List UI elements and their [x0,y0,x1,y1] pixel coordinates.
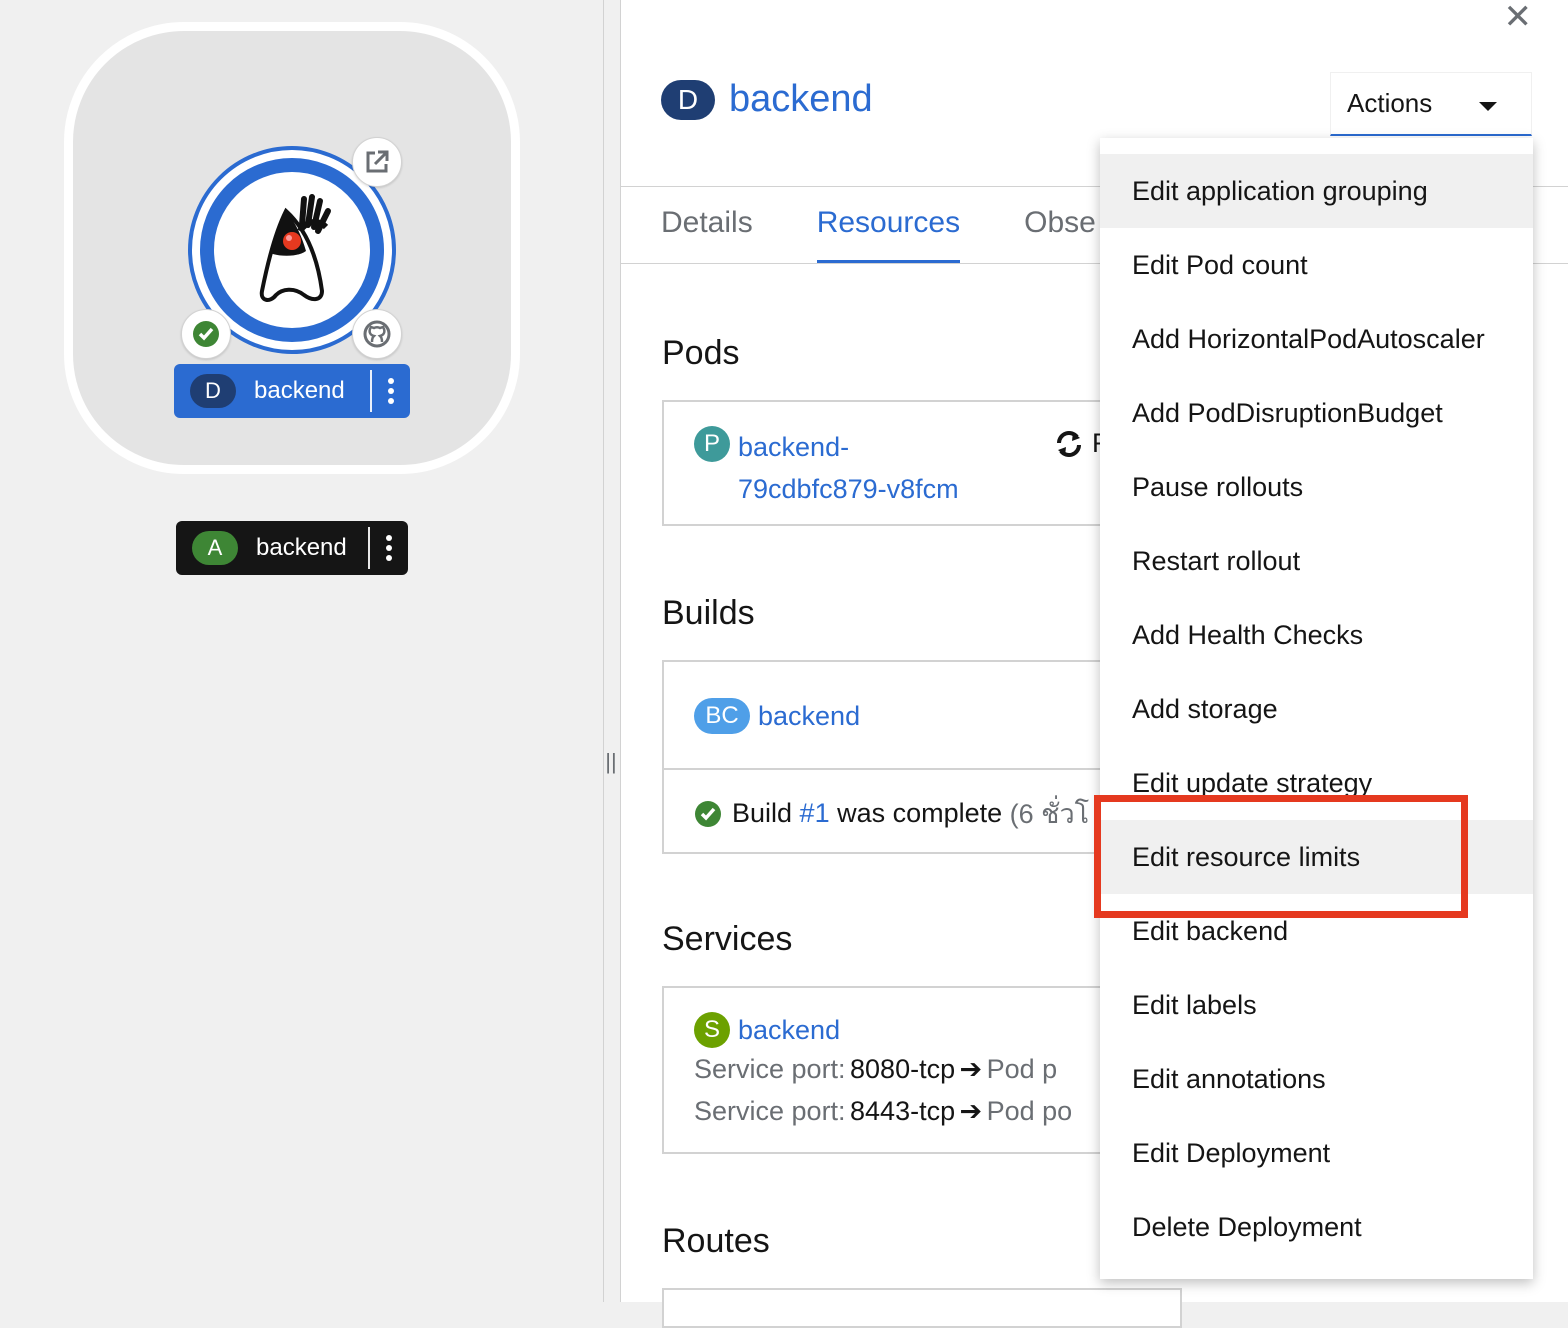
menu-item-add-health-checks[interactable]: Add Health Checks [1100,598,1533,672]
build-status-prefix: Build [732,798,800,828]
topology-canvas[interactable]: D backend A backend [0,0,604,1302]
external-link-decorator[interactable] [352,137,402,187]
resource-name-link[interactable]: backend [729,78,873,121]
github-icon [363,320,391,348]
builds-heading: Builds [662,594,755,632]
close-icon[interactable]: ✕ [1504,0,1533,34]
menu-item-edit-deployment[interactable]: Edit Deployment [1100,1116,1533,1190]
pod-row: P [694,426,730,462]
menu-item-add-hpa[interactable]: Add HorizontalPodAutoscaler [1100,302,1533,376]
panel-tabs: Details Resources Obse [661,190,1096,264]
build-status-decorator[interactable] [181,309,231,359]
application-node-label[interactable]: A backend [176,521,408,575]
service-link[interactable]: backend [738,1015,840,1046]
menu-item-add-storage[interactable]: Add storage [1100,672,1533,746]
build-number-link[interactable]: #1 [800,798,830,829]
sync-icon [1057,430,1081,457]
resource-badge: D [661,79,715,120]
tab-observe[interactable]: Obse [1024,190,1096,264]
caret-down-icon [1479,102,1497,111]
tab-details[interactable]: Details [661,190,753,264]
java-duke-icon [259,194,331,302]
menu-item-edit-pod-count[interactable]: Edit Pod count [1100,228,1533,302]
pod-port-label: Pod po [986,1096,1073,1126]
build-config-row: BC backend [694,698,860,734]
deployment-badge: D [190,374,236,408]
service-port-label: Service port: [694,1096,846,1126]
menu-item-add-pdb[interactable]: Add PodDisruptionBudget [1100,376,1533,450]
routes-card [662,1288,1182,1328]
highlight-annotation-box [1094,795,1468,918]
services-heading: Services [662,920,793,958]
arrow-right-icon: ➔ [959,1096,983,1126]
menu-item-restart-rollout[interactable]: Restart rollout [1100,524,1533,598]
service-port-label: Service port: [694,1054,846,1084]
build-status-time: (6 ชั่วโ [1009,799,1090,829]
external-link-icon [366,150,389,173]
kebab-menu-icon[interactable] [368,527,408,569]
service-port-value: 8080-tcp [850,1054,956,1084]
menu-item-pause-rollouts[interactable]: Pause rollouts [1100,450,1533,524]
actions-label: Actions [1347,88,1433,118]
panel-title: D backend [661,78,873,121]
pod-port-label: Pod p [986,1054,1058,1084]
check-circle-icon [193,321,219,347]
application-badge: A [192,531,238,565]
service-port-row: Service port: 8443-tcp ➔ Pod po [694,1096,1072,1127]
service-badge: S [694,1012,730,1048]
pod-name-line2[interactable]: 79cdbfc879-v8fcm [738,468,959,510]
menu-item-edit-application-grouping[interactable]: Edit application grouping [1100,154,1533,228]
menu-item-delete-deployment[interactable]: Delete Deployment [1100,1190,1533,1264]
build-config-link[interactable]: backend [758,701,860,732]
build-config-badge: BC [694,698,750,734]
pod-badge: P [694,426,730,462]
routes-heading: Routes [662,1222,770,1260]
deployment-node-name: backend [254,377,345,404]
menu-item-edit-annotations[interactable]: Edit annotations [1100,1042,1533,1116]
pod-name[interactable]: backend- 79cdbfc879-v8fcm [738,426,959,510]
drag-handle-icon[interactable]: || [604,748,618,776]
pods-heading: Pods [662,334,740,372]
build-status-suffix: was complete [829,798,1010,828]
service-port-row: Service port: 8080-tcp ➔ Pod p [694,1054,1057,1085]
actions-dropdown-button[interactable]: Actions [1330,72,1532,136]
kebab-menu-icon[interactable] [370,370,410,412]
build-status-row: Build #1 was complete (6 ชั่วโ [694,792,1089,835]
application-node-name: backend [256,534,347,561]
service-row: S backend [694,1012,840,1048]
check-circle-icon [695,800,721,827]
tab-resources[interactable]: Resources [816,190,961,264]
menu-item-edit-labels[interactable]: Edit labels [1100,968,1533,1042]
actions-menu: Edit application grouping Edit Pod count… [1100,138,1533,1279]
pod-name-line1[interactable]: backend- [738,426,959,468]
node-icon-container [200,158,384,342]
deployment-node-label[interactable]: D backend [174,364,410,418]
service-port-value: 8443-tcp [850,1096,956,1126]
arrow-right-icon: ➔ [959,1054,983,1084]
panel-resizer[interactable] [603,0,621,1302]
source-decorator[interactable] [352,309,402,359]
